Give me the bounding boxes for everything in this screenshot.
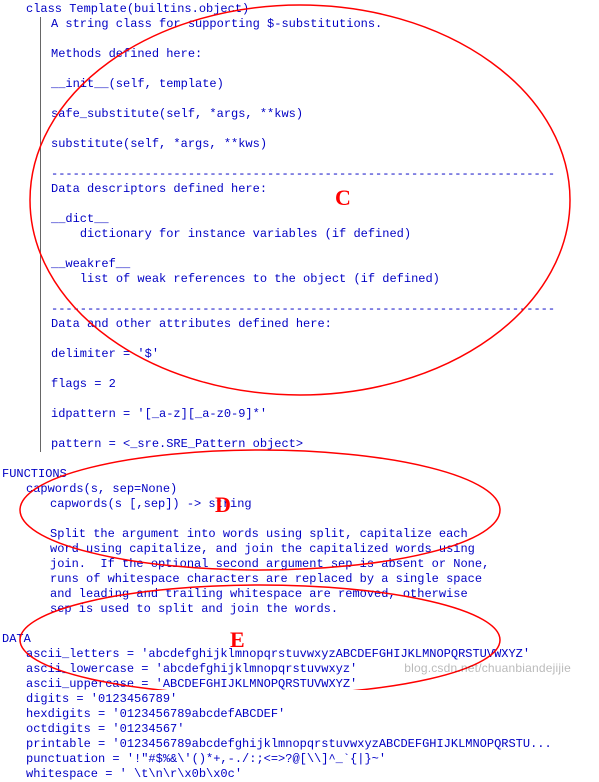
data-line: punctuation = '!"#$%&\'()*+,-./:;<=>?@[\…	[26, 752, 599, 767]
capwords-doc-line: join. If the optional second argument se…	[50, 557, 599, 572]
attr-pattern: pattern = <_sre.SRE_Pattern object>	[51, 437, 599, 452]
capwords-doc-line: word using capitalize, and join the capi…	[50, 542, 599, 557]
help-text-output: class Template(builtins.object) A string…	[0, 0, 599, 782]
dict-expl: dictionary for instance variables (if de…	[51, 227, 599, 242]
method-substitute: substitute(self, *args, **kws)	[51, 137, 599, 152]
attr-idpattern: idpattern = '[_a-z][_a-z0-9]*'	[51, 407, 599, 422]
capwords-doc-line: and leading and trailing whitespace are …	[50, 587, 599, 602]
method-init: __init__(self, template)	[51, 77, 599, 92]
attr-flags: flags = 2	[51, 377, 599, 392]
data-line: ascii_lowercase = 'abcdefghijklmnopqrstu…	[26, 662, 599, 677]
data-line: printable = '0123456789abcdefghijklmnopq…	[26, 737, 599, 752]
class-desc: A string class for supporting $-substitu…	[51, 17, 599, 32]
data-line: digits = '0123456789'	[26, 692, 599, 707]
data-line: hexdigits = '0123456789abcdefABCDEF'	[26, 707, 599, 722]
data-descriptors-label: Data descriptors defined here:	[51, 182, 599, 197]
data-line: whitespace = ' \t\n\r\x0b\x0c'	[26, 767, 599, 782]
weakref-expl: list of weak references to the object (i…	[51, 272, 599, 287]
method-safe-substitute: safe_substitute(self, *args, **kws)	[51, 107, 599, 122]
capwords-sig2: capwords(s [,sep]) -> string	[50, 497, 599, 512]
data-line: ascii_letters = 'abcdefghijklmnopqrstuvw…	[26, 647, 599, 662]
class-header: class Template(builtins.object)	[26, 2, 599, 17]
separator-2: ----------------------------------------…	[51, 302, 599, 317]
other-attr-label: Data and other attributes defined here:	[51, 317, 599, 332]
capwords-doc-line: runs of whitespace characters are replac…	[50, 572, 599, 587]
dict-name: __dict__	[51, 212, 599, 227]
capwords-sig: capwords(s, sep=None)	[26, 482, 599, 497]
separator-1: ----------------------------------------…	[51, 167, 599, 182]
data-header: DATA	[2, 632, 599, 647]
capwords-doc-line: Split the argument into words using spli…	[50, 527, 599, 542]
data-line: octdigits = '01234567'	[26, 722, 599, 737]
weakref-name: __weakref__	[51, 257, 599, 272]
methods-label: Methods defined here:	[51, 47, 599, 62]
attr-delimiter: delimiter = '$'	[51, 347, 599, 362]
capwords-doc-line: sep is used to split and join the words.	[50, 602, 599, 617]
functions-header: FUNCTIONS	[2, 467, 599, 482]
class-body-bar: A string class for supporting $-substitu…	[40, 17, 599, 452]
